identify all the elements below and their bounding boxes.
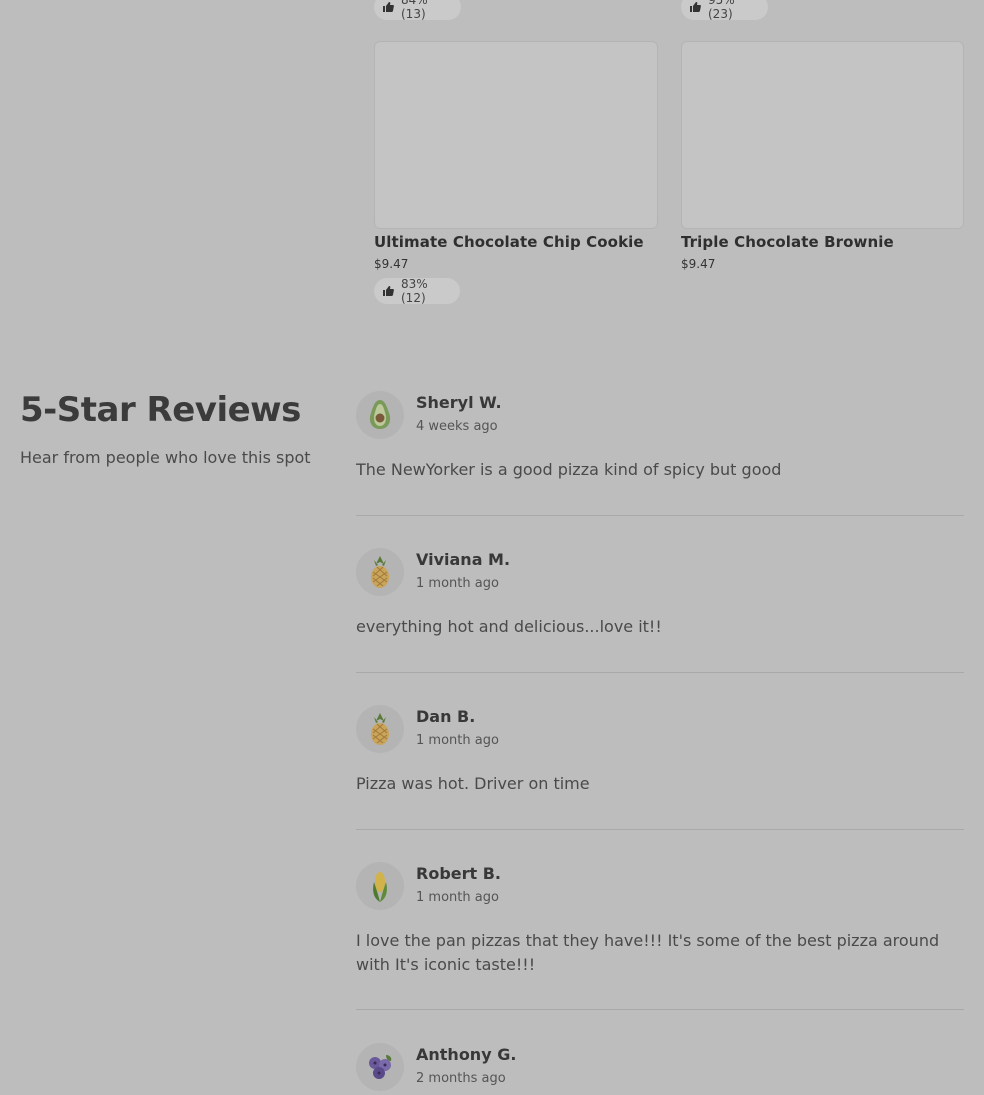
item-title[interactable]: Ultimate Chocolate Chip Cookie xyxy=(374,233,644,251)
review-text: Pizza was hot. Driver on time xyxy=(356,774,590,793)
thumbs-up-icon xyxy=(689,1,701,13)
review-text: The NewYorker is a good pizza kind of sp… xyxy=(356,460,782,479)
avocado-icon xyxy=(369,400,391,429)
reviewer-name: Dan B. xyxy=(416,707,476,726)
review-time: 1 month ago xyxy=(416,733,499,748)
avatar xyxy=(356,548,404,596)
rating-badge: 95% (23) xyxy=(681,0,768,21)
item-image-brownie[interactable] xyxy=(681,41,964,229)
review-card: Sheryl W. 4 weeks ago The NewYorker is a… xyxy=(356,391,964,491)
reviewer-name: Sheryl W. xyxy=(416,393,502,412)
reviewer-name: Viviana M. xyxy=(416,550,511,569)
reviewer-name: Robert B. xyxy=(416,864,501,883)
review-card: Viviana M. 1 month ago everything hot an… xyxy=(356,548,964,648)
avatar xyxy=(356,705,404,753)
item-price: $9.47 xyxy=(681,257,716,271)
item-image-cookie[interactable] xyxy=(374,41,658,229)
item-title[interactable]: Triple Chocolate Brownie xyxy=(681,233,894,251)
avatar xyxy=(356,862,404,910)
review-card: Dan B. 1 month ago Pizza was hot. Driver… xyxy=(356,705,964,805)
reviews-section-title: 5-Star Reviews xyxy=(20,390,301,430)
reviews-section-subtitle: Hear from people who love this spot xyxy=(20,448,311,467)
review-time: 2 months ago xyxy=(416,1071,506,1086)
thumbs-up-icon xyxy=(382,1,394,13)
reviewer-name: Anthony G. xyxy=(416,1045,517,1064)
review-time: 1 month ago xyxy=(416,890,499,905)
review-card: Anthony G. 2 months ago xyxy=(356,1043,964,1095)
item-price: $9.47 xyxy=(374,257,409,271)
review-time: 1 month ago xyxy=(416,576,499,591)
avatar xyxy=(356,391,404,439)
rating-badge: 84% (13) xyxy=(374,0,461,21)
review-text: I love the pan pizzas that they have!!! … xyxy=(356,931,940,974)
review-card: Robert B. 1 month ago I love the pan piz… xyxy=(356,862,964,986)
divider xyxy=(356,515,964,516)
divider xyxy=(356,672,964,673)
rating-badge: 83% (12) xyxy=(374,277,460,305)
pineapple-icon xyxy=(371,556,389,588)
avatar xyxy=(356,1043,404,1091)
rating-text: 83% (12) xyxy=(401,277,428,305)
rating-text: 95% (23) xyxy=(708,0,735,21)
review-text: everything hot and delicious...love it!! xyxy=(356,617,662,636)
rating-text: 84% (13) xyxy=(401,0,428,21)
divider xyxy=(356,1009,964,1010)
pineapple-icon xyxy=(371,713,389,745)
divider xyxy=(356,829,964,830)
review-time: 4 weeks ago xyxy=(416,419,498,434)
corn-icon xyxy=(373,872,387,902)
blueberry-icon xyxy=(369,1055,392,1079)
thumbs-up-icon xyxy=(382,285,394,297)
